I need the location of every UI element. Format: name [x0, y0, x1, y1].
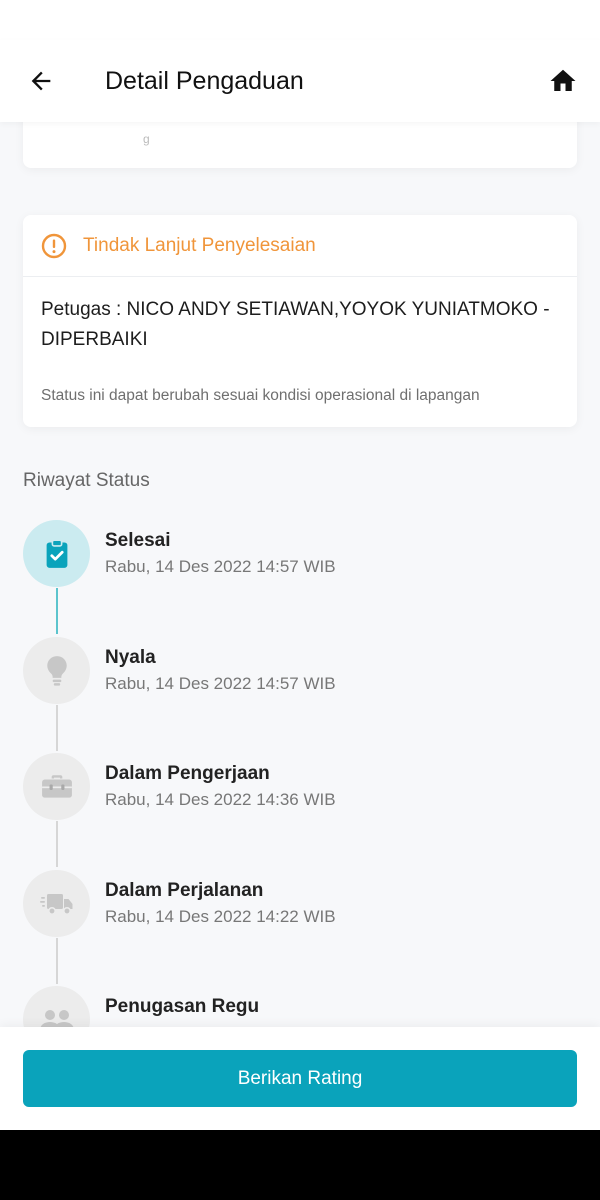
followup-note: Status ini dapat berubah sesuai kondisi …	[41, 387, 480, 404]
timeline-item: Dalam Perjalanan Rabu, 14 Des 2022 14:22…	[23, 870, 577, 938]
exclamation-circle-icon	[41, 233, 67, 258]
home-icon	[550, 69, 576, 91]
content-scroll[interactable]: g Tindak Lanjut Penyelesaian Petugas : N…	[0, 122, 600, 1027]
clipboard-check-icon	[46, 538, 67, 568]
status-time: Rabu, 14 Des 2022 14:57 WIB	[105, 674, 336, 693]
status-title: Nyala	[105, 647, 156, 668]
followup-header: Tindak Lanjut Penyelesaian	[23, 215, 577, 277]
followup-officer: Petugas : NICO ANDY SETIAWAN,YOYOK YUNIA…	[41, 299, 550, 350]
timeline-item: Dalam Pengerjaan Rabu, 14 Des 2022 14:36…	[23, 753, 577, 821]
truck-icon	[39, 893, 72, 915]
status-time: Rabu, 14 Des 2022 14:36 WIB	[105, 790, 336, 809]
previous-card: g	[23, 122, 577, 168]
timeline-item: Nyala Rabu, 14 Des 2022 14:57 WIB	[23, 637, 577, 705]
followup-card: Tindak Lanjut Penyelesaian Petugas : NIC…	[23, 215, 577, 427]
timeline-connector	[56, 588, 58, 634]
status-circle	[23, 870, 90, 937]
users-icon	[39, 1009, 74, 1027]
status-title: Penugasan Regu	[105, 996, 260, 1017]
toolbox-icon	[41, 774, 72, 798]
status-title: Selesai	[105, 530, 171, 551]
status-title: Dalam Perjalanan	[105, 880, 264, 901]
home-button[interactable]	[544, 62, 582, 100]
arrow-left-icon	[31, 71, 51, 91]
status-bar	[0, 0, 600, 40]
lightbulb-icon	[46, 655, 67, 686]
timeline-connector	[56, 938, 58, 984]
bottom-action-bar: Berikan Rating	[0, 1027, 600, 1130]
back-button[interactable]	[22, 62, 60, 100]
followup-title: Tindak Lanjut Penyelesaian	[83, 234, 316, 256]
timeline-connector	[56, 705, 58, 751]
system-nav-bar	[0, 1130, 600, 1200]
status-time: Rabu, 14 Des 2022 14:22 WIB	[105, 907, 336, 926]
page-title: Detail Pengaduan	[105, 67, 304, 95]
status-circle	[23, 637, 90, 704]
status-circle	[23, 986, 90, 1027]
timeline-item: Penugasan Regu	[23, 986, 577, 1027]
status-circle	[23, 520, 90, 587]
history-label: Riwayat Status	[23, 470, 150, 491]
timeline-connector	[56, 821, 58, 867]
status-circle	[23, 753, 90, 820]
status-title: Dalam Pengerjaan	[105, 763, 270, 784]
faded-text: g	[143, 132, 150, 146]
app-header: Detail Pengaduan	[0, 40, 600, 122]
timeline-item: Selesai Rabu, 14 Des 2022 14:57 WIB	[23, 520, 577, 588]
give-rating-button[interactable]: Berikan Rating	[23, 1050, 577, 1107]
status-time: Rabu, 14 Des 2022 14:57 WIB	[105, 557, 336, 576]
